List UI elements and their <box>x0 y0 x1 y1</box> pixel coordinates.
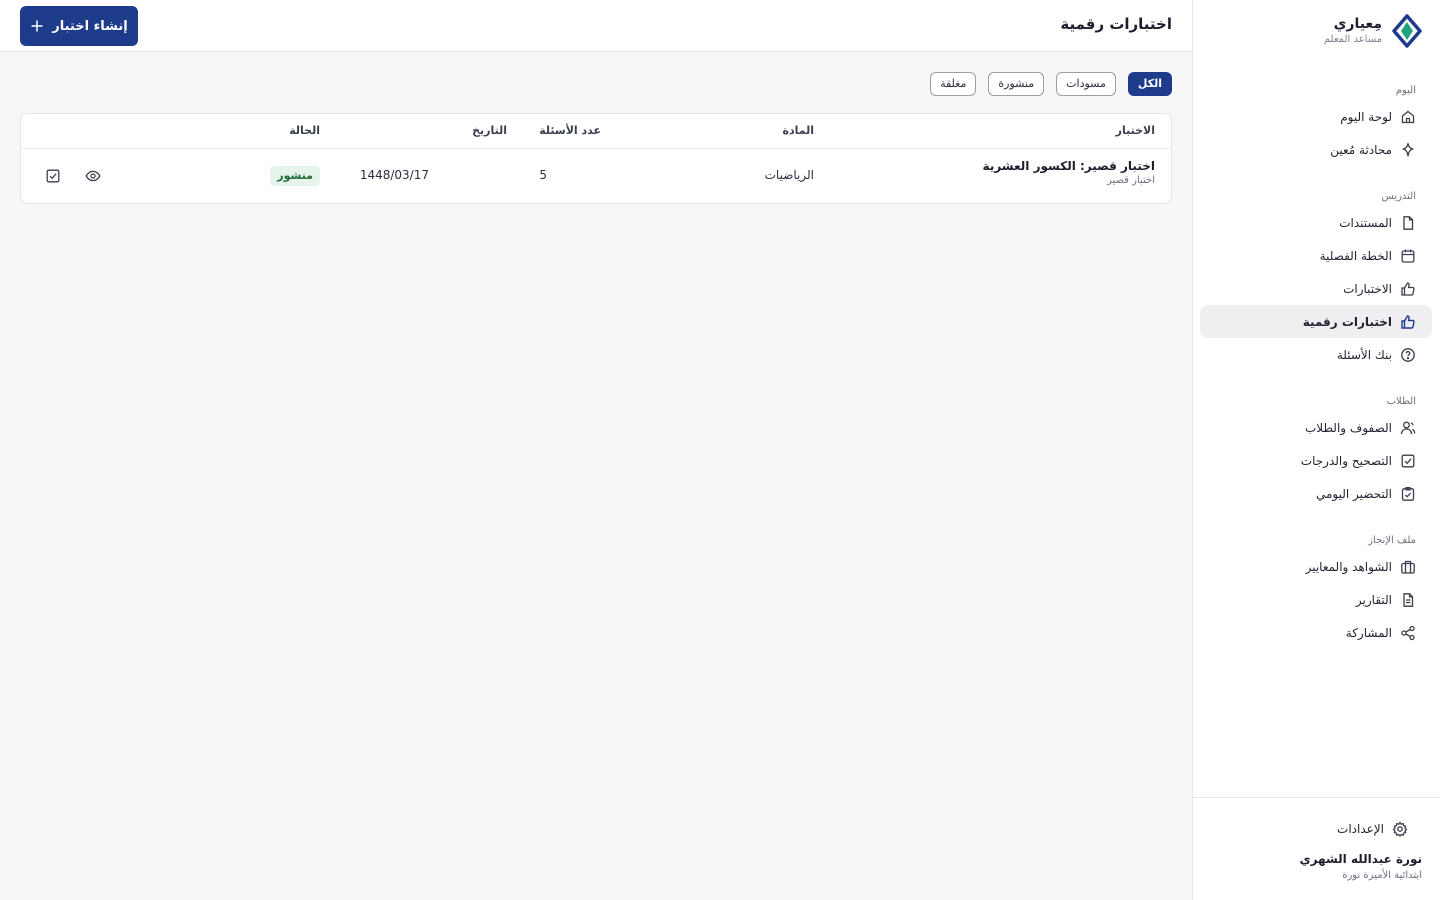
sidebar-item-label: الإعدادات <box>1337 821 1384 836</box>
sidebar-item-label: الصفوف والطلاب <box>1304 420 1392 435</box>
sidebar-nav: اليوم لوحة اليوم محادثة مُعين التدريس ال… <box>1192 82 1440 649</box>
nav-group-title-today: اليوم <box>1395 85 1416 96</box>
calendar-icon <box>1401 249 1415 263</box>
briefcase-icon <box>1401 560 1415 574</box>
sidebar-item-settings[interactable]: الإعدادات <box>1208 812 1424 845</box>
file-text-icon <box>1403 592 1414 607</box>
sidebar-item-label: التصحيح والدرجات <box>1300 453 1392 468</box>
sidebar-item-grading[interactable]: التصحيح والدرجات <box>1200 444 1432 477</box>
column-header-status: الحالة <box>289 124 320 137</box>
create-exam-label: إنشاء اختبار <box>52 18 128 34</box>
subject-cell: الرياضيات <box>764 168 814 182</box>
sidebar-item-label: الخطة الفصلية <box>1319 248 1392 263</box>
thumbs-up-icon <box>1401 314 1415 329</box>
home-icon <box>1401 110 1415 123</box>
table-header: الاختبار المادة عدد الأسئلة التاريخ الحا… <box>21 114 1171 149</box>
sidebar-item-sharing[interactable]: المشاركة <box>1200 616 1432 649</box>
sidebar-item-today-dashboard[interactable]: لوحة اليوم <box>1200 100 1432 133</box>
top-header: اختبارات رقمية إنشاء اختبار <box>0 0 1192 52</box>
sidebar-item-moeen-chat[interactable]: محادثة مُعين <box>1200 133 1432 166</box>
nav-group-title-teaching: التدريس <box>1381 191 1416 202</box>
question-circle-icon <box>1401 347 1415 362</box>
sparkle-icon <box>1401 141 1415 156</box>
nav-group-title-portfolio: ملف الإنجاز <box>1368 535 1416 546</box>
sidebar-item-digital-exams[interactable]: اختبارات رقمية <box>1200 305 1432 338</box>
sidebar-item-evidence-standards[interactable]: الشواهد والمعايير <box>1200 550 1432 583</box>
brand-logo-icon <box>1392 14 1422 48</box>
document-icon <box>1403 215 1414 230</box>
sidebar-item-question-bank[interactable]: بنك الأسئلة <box>1200 338 1432 371</box>
column-header-questions: عدد الأسئلة <box>539 124 601 137</box>
table-row[interactable]: اختبار قصير: الكسور العشرية اختبار قصير … <box>21 149 1171 204</box>
quiz-cell: اختبار قصير: الكسور العشرية اختبار قصير <box>983 159 1155 186</box>
column-header-subject: المادة <box>782 124 814 137</box>
nav-group-title-students: الطلاب <box>1386 396 1416 407</box>
checkbox-icon <box>46 169 60 183</box>
user-icon <box>1400 421 1416 434</box>
clipboard-check-icon <box>1401 486 1415 501</box>
share-icon <box>1401 625 1415 640</box>
brand-subtitle: مساعد المعلم <box>1323 34 1382 45</box>
questions-count-cell: 5 <box>539 168 547 182</box>
user-name: نورة عبدالله الشهري <box>1299 852 1422 866</box>
preview-button[interactable] <box>84 167 102 185</box>
sidebar-item-exams[interactable]: الاختبارات <box>1200 272 1432 305</box>
sidebar: مِعياري مساعد المعلم اليوم لوحة اليوم مح… <box>1192 0 1440 900</box>
column-header-quiz: الاختبار <box>1115 124 1155 137</box>
exams-table: الاختبار المادة عدد الأسئلة التاريخ الحا… <box>20 113 1172 204</box>
user-school: ابتدائية الأميرة نورة <box>1342 870 1422 881</box>
user-profile[interactable]: نورة عبدالله الشهري ابتدائية الأميرة نور… <box>1300 850 1422 884</box>
status-badge: منشور <box>270 166 320 186</box>
sidebar-item-daily-prep[interactable]: التحضير اليومي <box>1200 477 1432 510</box>
sidebar-item-semester-plan[interactable]: الخطة الفصلية <box>1200 239 1432 272</box>
filter-closed[interactable]: مغلقة <box>930 72 977 96</box>
quiz-title[interactable]: اختبار قصير: الكسور العشرية <box>983 159 1155 173</box>
eye-icon <box>85 170 101 182</box>
sidebar-item-label: المستندات <box>1339 215 1392 230</box>
column-header-date: التاريخ <box>472 124 507 137</box>
quiz-type: اختبار قصير <box>1106 175 1155 186</box>
sidebar-item-label: اختبارات رقمية <box>1302 314 1392 329</box>
status-filter-tabs: الكل مسودات منشورة مغلقة <box>930 72 1172 96</box>
sidebar-item-label: الشواهد والمعايير <box>1305 559 1392 574</box>
sidebar-item-documents[interactable]: المستندات <box>1200 206 1432 239</box>
create-exam-button[interactable]: إنشاء اختبار <box>20 6 138 46</box>
sidebar-item-classes-students[interactable]: الصفوف والطلاب <box>1200 411 1432 444</box>
sidebar-item-label: المشاركة <box>1345 625 1392 640</box>
brand-name: مِعياري <box>1333 16 1382 32</box>
page-title: اختبارات رقمية <box>1060 15 1172 33</box>
sidebar-item-label: محادثة مُعين <box>1330 142 1392 157</box>
filter-all[interactable]: الكل <box>1127 72 1172 96</box>
filter-published[interactable]: منشورة <box>988 72 1045 96</box>
filter-drafts[interactable]: مسودات <box>1056 72 1116 96</box>
sidebar-item-label: لوحة اليوم <box>1340 109 1392 124</box>
sidebar-item-label: التقارير <box>1355 592 1392 607</box>
sidebar-item-reports[interactable]: التقارير <box>1200 583 1432 616</box>
thumbs-up-icon <box>1401 281 1415 296</box>
grade-button[interactable] <box>44 167 62 185</box>
brand[interactable]: مِعياري مساعد المعلم <box>1324 14 1422 48</box>
sidebar-footer: الإعدادات نورة عبدالله الشهري ابتدائية ا… <box>1192 797 1440 900</box>
date-cell: 1448/03/17 <box>359 168 429 182</box>
sidebar-item-label: التحضير اليومي <box>1315 486 1392 501</box>
gear-icon <box>1392 820 1408 837</box>
sidebar-item-label: بنك الأسئلة <box>1336 347 1392 362</box>
sidebar-item-label: الاختبارات <box>1343 281 1392 296</box>
checkbox-icon <box>1401 454 1415 467</box>
plus-icon <box>31 20 43 32</box>
